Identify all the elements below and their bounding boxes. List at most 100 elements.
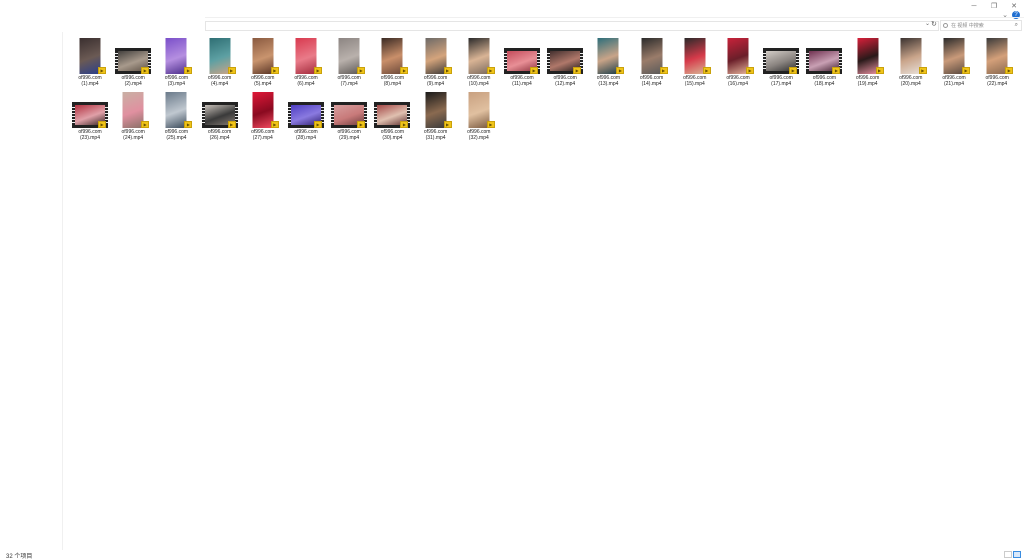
file-thumbnail-wrap: ▶ — [111, 90, 155, 128]
file-name: of996.com (22).mp4 — [975, 75, 1019, 87]
maximize-button[interactable]: ❐ — [984, 0, 1004, 12]
file-item[interactable]: ▶ of996.com (31).mp4 — [414, 90, 458, 141]
file-name-line2: (20).mp4 — [900, 81, 921, 87]
file-name: of996.com (5).mp4 — [241, 75, 285, 87]
file-item[interactable]: ▶ of996.com (23).mp4 — [68, 90, 112, 141]
file-thumbnail-wrap: ▶ — [543, 36, 587, 74]
file-name: of996.com (9).mp4 — [414, 75, 458, 87]
file-name-line2: (11).mp4 — [512, 81, 532, 87]
address-bar[interactable] — [205, 21, 939, 31]
play-badge-icon: ▶ — [486, 121, 495, 128]
file-name-line2: (10).mp4 — [468, 81, 489, 87]
file-item[interactable]: ▶ of996.com (16).mp4 — [716, 36, 760, 87]
play-badge-icon: ▶ — [141, 67, 150, 74]
file-item[interactable]: ▶ of996.com (26).mp4 — [198, 90, 242, 141]
file-name-line2: (1).mp4 — [81, 81, 99, 87]
file-thumbnail-wrap: ▶ — [673, 36, 717, 74]
file-grid[interactable]: ▶ of996.com (1).mp4 ▶ of996.com (2).mp4 ▶ of996… — [64, 32, 1024, 550]
file-item[interactable]: ▶ of996.com (9).mp4 — [414, 36, 458, 87]
play-badge-icon: ▶ — [141, 121, 150, 128]
search-go-icon[interactable]: ⌕ — [1015, 22, 1018, 29]
play-badge-icon: ▶ — [616, 67, 625, 74]
file-name: of996.com (25).mp4 — [154, 129, 198, 141]
play-badge-icon: ▶ — [746, 67, 754, 74]
file-item[interactable]: ▶ of996.com (14).mp4 — [630, 36, 674, 87]
file-item[interactable]: ▶ of996.com (20).mp4 — [889, 36, 933, 87]
file-name-line2: (17).mp4 — [771, 81, 792, 87]
file-thumbnail-wrap: ▶ — [975, 36, 1019, 74]
file-thumbnail-wrap: ▶ — [457, 90, 501, 128]
file-name-line2: (22).mp4 — [987, 81, 1008, 87]
play-badge-icon: ▶ — [962, 67, 970, 74]
play-badge-icon: ▶ — [270, 121, 279, 128]
file-item[interactable]: ▶ of996.com (19).mp4 — [846, 36, 890, 87]
play-badge-icon: ▶ — [702, 67, 711, 74]
file-name-line2: (14).mp4 — [641, 81, 662, 87]
file-thumbnail-wrap: ▶ — [370, 36, 414, 74]
search-input[interactable]: 在 视频 中搜索 ⌕ — [940, 20, 1022, 31]
file-item[interactable]: ▶ of996.com (2).mp4 — [111, 36, 155, 87]
file-item[interactable]: ▶ of996.com (3).mp4 — [154, 36, 198, 87]
file-item[interactable]: ▶ of996.com (7).mp4 — [327, 36, 371, 87]
file-name: of996.com (29).mp4 — [327, 129, 371, 141]
file-item[interactable]: ▶ of996.com (17).mp4 — [759, 36, 803, 87]
file-item[interactable]: ▶ of996.com (30).mp4 — [370, 90, 414, 141]
file-name: of996.com (28).mp4 — [284, 129, 328, 141]
play-badge-icon: ▶ — [270, 67, 279, 74]
file-name-line2: (2).mp4 — [124, 81, 142, 87]
file-item[interactable]: ▶ of996.com (28).mp4 — [284, 90, 328, 141]
file-name-line2: (21).mp4 — [943, 81, 964, 87]
file-item[interactable]: ▶ of996.com (13).mp4 — [586, 36, 630, 87]
file-name-line2: (3).mp4 — [167, 81, 185, 87]
file-item[interactable]: ▶ of996.com (24).mp4 — [111, 90, 155, 141]
file-name-line2: (8).mp4 — [383, 81, 401, 87]
file-item[interactable]: ▶ of996.com (10).mp4 — [457, 36, 501, 87]
file-thumbnail-wrap: ▶ — [630, 36, 674, 74]
address-dropdown-icon[interactable]: ⌄ — [925, 20, 930, 27]
file-item[interactable]: ▶ of996.com (29).mp4 — [327, 90, 371, 141]
minimize-button[interactable]: ─ — [964, 0, 984, 12]
file-thumbnail-wrap: ▶ — [500, 36, 544, 74]
file-name: of996.com (13).mp4 — [586, 75, 630, 87]
file-item[interactable]: ▶ of996.com (1).mp4 — [68, 36, 112, 87]
file-item[interactable]: ▶ of996.com (18).mp4 — [802, 36, 846, 87]
file-name: of996.com (15).mp4 — [673, 75, 717, 87]
file-thumbnail-wrap: ▶ — [68, 90, 112, 128]
file-item[interactable]: ▶ of996.com (5).mp4 — [241, 36, 285, 87]
play-badge-icon: ▶ — [357, 67, 366, 74]
file-item[interactable]: ▶ of996.com (22).mp4 — [975, 36, 1019, 87]
file-item[interactable]: ▶ of996.com (21).mp4 — [932, 36, 976, 87]
file-item[interactable]: ▶ of996.com (15).mp4 — [673, 36, 717, 87]
file-name-line2: (13).mp4 — [598, 81, 619, 87]
play-badge-icon: ▶ — [98, 121, 106, 128]
details-view-icon[interactable] — [1004, 551, 1012, 558]
large-icons-view-icon[interactable] — [1013, 551, 1021, 558]
file-thumbnail-wrap: ▶ — [802, 36, 846, 74]
file-item[interactable]: ▶ of996.com (6).mp4 — [284, 36, 328, 87]
file-name-line2: (5).mp4 — [254, 81, 272, 87]
file-name-line2: (12).mp4 — [555, 81, 576, 87]
file-item[interactable]: ▶ of996.com (25).mp4 — [154, 90, 198, 141]
file-thumbnail-wrap: ▶ — [154, 90, 198, 128]
play-badge-icon: ▶ — [832, 67, 841, 74]
file-thumbnail-wrap: ▶ — [327, 36, 371, 74]
item-count: 32 个项目 — [6, 554, 33, 560]
file-thumbnail-wrap: ▶ — [846, 36, 890, 74]
file-item[interactable]: ▶ of996.com (4).mp4 — [198, 36, 242, 87]
play-badge-icon: ▶ — [918, 67, 927, 74]
file-name-line2: (29).mp4 — [339, 135, 360, 141]
file-item[interactable]: ▶ of996.com (12).mp4 — [543, 36, 587, 87]
file-name: of996.com (21).mp4 — [932, 75, 976, 87]
file-item[interactable]: ▶ of996.com (27).mp4 — [241, 90, 285, 141]
file-name: of996.com (10).mp4 — [457, 75, 501, 87]
navigation-pane[interactable] — [0, 32, 63, 550]
file-thumbnail-wrap: ▶ — [889, 36, 933, 74]
file-item[interactable]: ▶ of996.com (32).mp4 — [457, 90, 501, 141]
file-name: of996.com (6).mp4 — [284, 75, 328, 87]
refresh-icon[interactable]: ↻ — [931, 20, 937, 28]
file-name: of996.com (3).mp4 — [154, 75, 198, 87]
file-item[interactable]: ▶ of996.com (8).mp4 — [370, 36, 414, 87]
file-item[interactable]: ▶ of996.com (11).mp4 — [500, 36, 544, 87]
search-placeholder: 在 视频 中搜索 — [951, 23, 984, 29]
play-badge-icon: ▶ — [184, 67, 193, 74]
